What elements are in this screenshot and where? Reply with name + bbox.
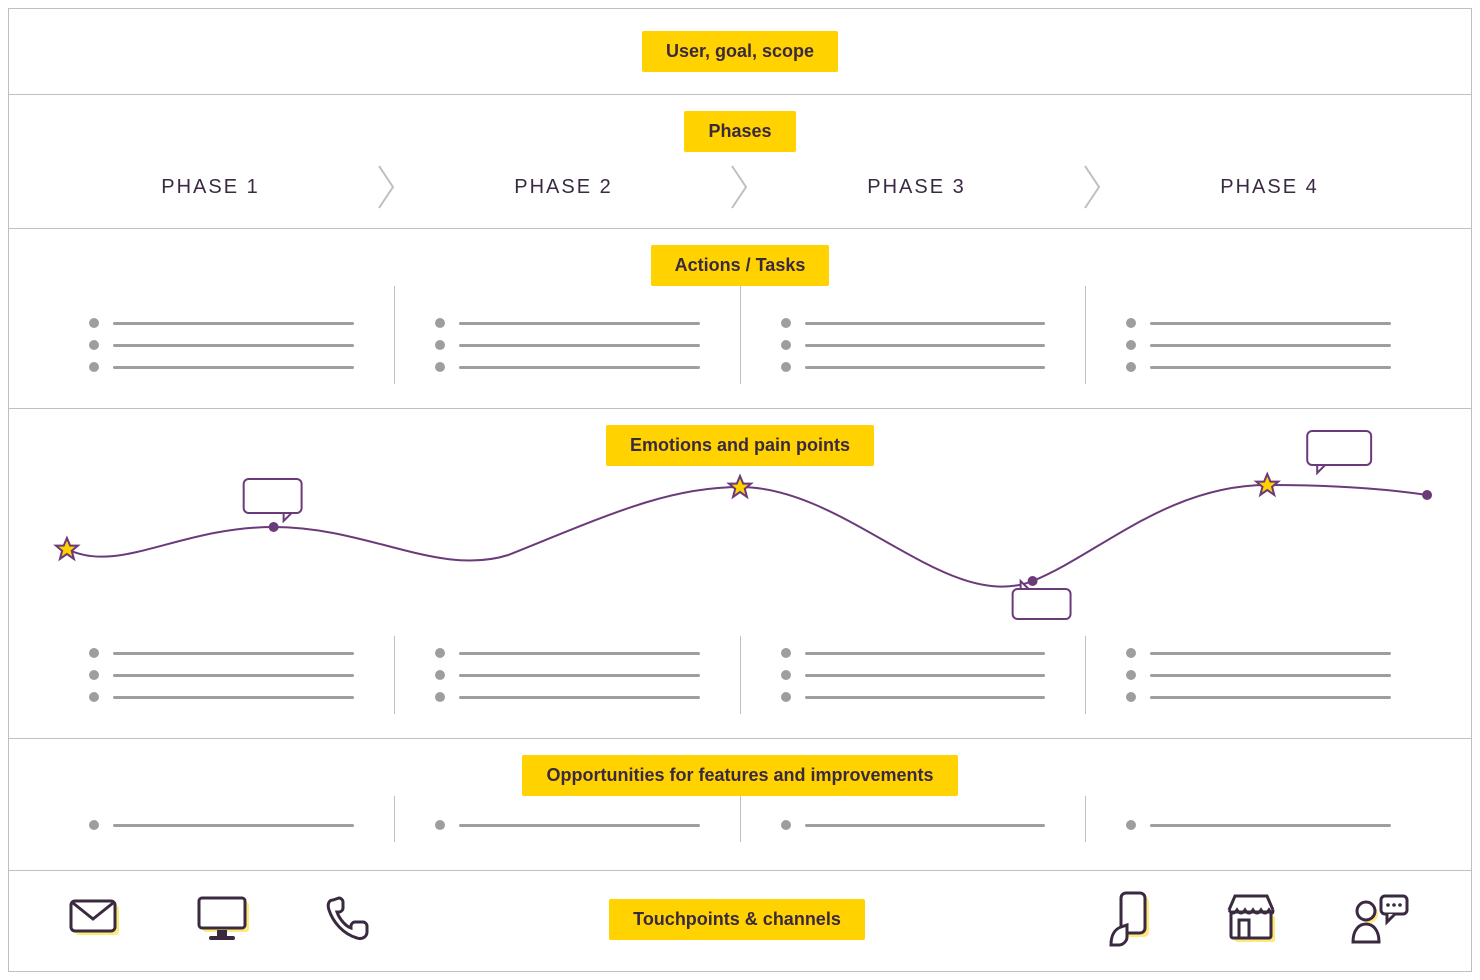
opportunities-col-4 bbox=[1085, 796, 1431, 842]
section-user-goal-scope: User, goal, scope bbox=[9, 9, 1471, 94]
list-item bbox=[781, 820, 1046, 830]
label-emotions: Emotions and pain points bbox=[606, 425, 874, 466]
opportunities-col-1 bbox=[49, 796, 394, 842]
label-user-goal-scope: User, goal, scope bbox=[642, 31, 838, 72]
bullet-list bbox=[781, 318, 1046, 372]
list-item bbox=[89, 340, 354, 350]
label-phases: Phases bbox=[684, 111, 795, 152]
list-item bbox=[89, 670, 354, 680]
storefront-icon bbox=[1225, 892, 1281, 946]
list-item bbox=[781, 692, 1046, 702]
actions-col-4 bbox=[1085, 286, 1431, 384]
list-item bbox=[435, 692, 700, 702]
person-chat-icon bbox=[1351, 892, 1411, 946]
label-actions-tasks: Actions / Tasks bbox=[651, 245, 830, 286]
phase-column-2: PHASE 2 bbox=[402, 176, 725, 199]
list-item bbox=[781, 670, 1046, 680]
list-item bbox=[89, 362, 354, 372]
opportunities-col-2 bbox=[394, 796, 740, 842]
emotions-col-2 bbox=[394, 636, 740, 714]
bullet-list bbox=[89, 318, 354, 372]
actions-col-3 bbox=[740, 286, 1086, 384]
bullet-list bbox=[89, 820, 354, 830]
list-item bbox=[1126, 692, 1391, 702]
chevron-right-icon bbox=[1078, 164, 1108, 210]
actions-col-2 bbox=[394, 286, 740, 384]
phases-row: PHASE 1 PHASE 2 PHASE 3 PHASE 4 bbox=[9, 164, 1471, 210]
list-item bbox=[435, 340, 700, 350]
section-opportunities: Opportunities for features and improveme… bbox=[9, 738, 1471, 870]
list-item bbox=[1126, 670, 1391, 680]
desktop-icon bbox=[195, 894, 253, 944]
phase-column-4: PHASE 4 bbox=[1108, 176, 1431, 199]
list-item bbox=[89, 648, 354, 658]
phone-handset-icon bbox=[323, 894, 369, 944]
phase-column-1: PHASE 1 bbox=[49, 176, 372, 199]
section-phases: Phases PHASE 1 PHASE 2 PHASE 3 PHASE 4 bbox=[9, 94, 1471, 228]
emotions-col-4 bbox=[1085, 636, 1431, 714]
bullet-list bbox=[781, 648, 1046, 702]
actions-grid bbox=[9, 286, 1471, 384]
list-item bbox=[435, 648, 700, 658]
opportunities-col-3 bbox=[740, 796, 1086, 842]
list-item bbox=[89, 318, 354, 328]
bullet-list bbox=[435, 648, 700, 702]
label-opportunities: Opportunities for features and improveme… bbox=[522, 755, 957, 796]
section-actions-tasks: Actions / Tasks bbox=[9, 228, 1471, 408]
list-item bbox=[1126, 362, 1391, 372]
bullet-list bbox=[781, 820, 1046, 830]
opportunities-grid bbox=[9, 796, 1471, 842]
bullet-list bbox=[435, 820, 700, 830]
list-item bbox=[89, 820, 354, 830]
list-item bbox=[435, 318, 700, 328]
list-item bbox=[1126, 340, 1391, 350]
label-touchpoints: Touchpoints & channels bbox=[609, 899, 865, 940]
bullet-list bbox=[1126, 318, 1391, 372]
list-item bbox=[1126, 318, 1391, 328]
emotions-col-1 bbox=[49, 636, 394, 714]
actions-col-1 bbox=[49, 286, 394, 384]
bullet-list bbox=[435, 318, 700, 372]
list-item bbox=[1126, 648, 1391, 658]
emotions-col-3 bbox=[740, 636, 1086, 714]
customer-journey-map: User, goal, scope Phases PHASE 1 PHASE 2… bbox=[8, 8, 1472, 972]
bullet-list bbox=[1126, 820, 1391, 830]
section-touchpoints: Touchpoints & channels bbox=[9, 870, 1471, 971]
list-item bbox=[89, 692, 354, 702]
list-item bbox=[435, 362, 700, 372]
phase-column-3: PHASE 3 bbox=[755, 176, 1078, 199]
bullet-list bbox=[1126, 648, 1391, 702]
section-emotions: Emotions and pain points bbox=[9, 408, 1471, 738]
emotions-grid bbox=[9, 636, 1471, 714]
list-item bbox=[781, 648, 1046, 658]
list-item bbox=[435, 670, 700, 680]
list-item bbox=[781, 340, 1046, 350]
list-item bbox=[781, 318, 1046, 328]
list-item bbox=[1126, 820, 1391, 830]
list-item bbox=[435, 820, 700, 830]
list-item bbox=[781, 362, 1046, 372]
chevron-right-icon bbox=[725, 164, 755, 210]
bullet-list bbox=[89, 648, 354, 702]
chevron-right-icon bbox=[372, 164, 402, 210]
mail-icon bbox=[69, 897, 125, 941]
smartphone-hand-icon bbox=[1105, 891, 1155, 947]
